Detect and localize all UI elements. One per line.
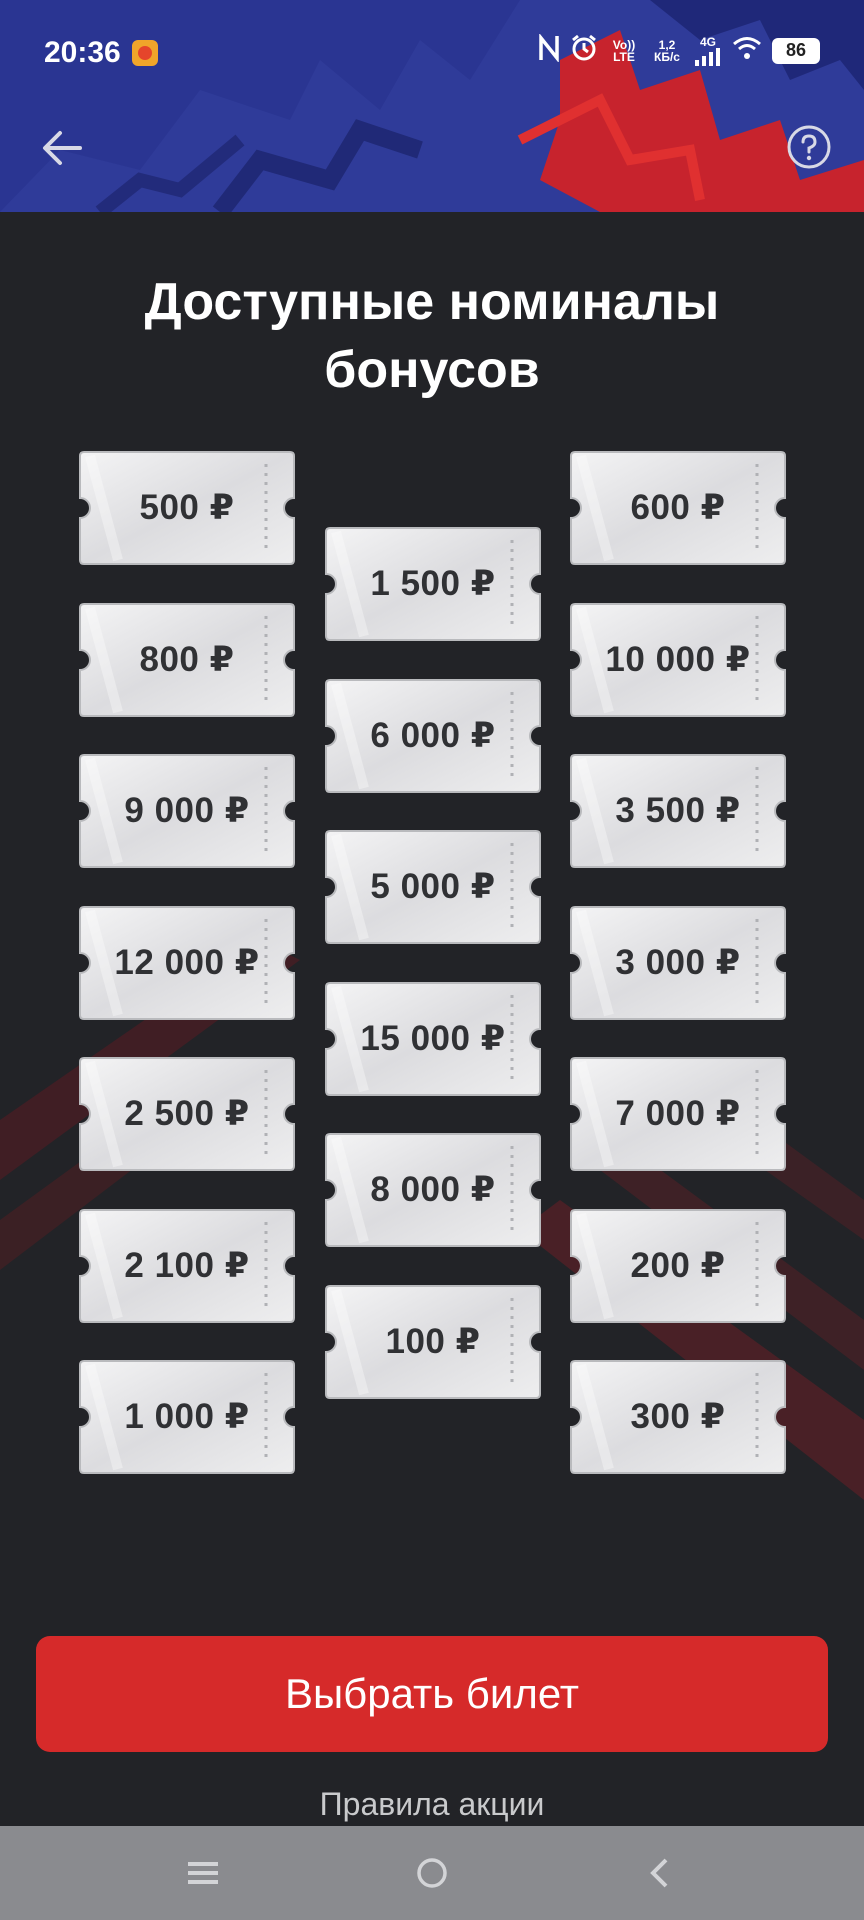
home-circle-icon[interactable] xyxy=(407,1848,457,1898)
ticket-amount: 1 000 ₽ xyxy=(124,1397,250,1436)
ticket-amount: 100 ₽ xyxy=(385,1322,481,1361)
wifi-icon xyxy=(732,35,762,66)
ticket-amount: 2 500 ₽ xyxy=(124,1094,250,1133)
volte-indicator: Vo)) LTE xyxy=(612,37,636,64)
ticket-amount: 9 000 ₽ xyxy=(124,791,250,830)
page-title: Доступные номиналы бонусов xyxy=(0,268,864,404)
ticket-amount: 1 500 ₽ xyxy=(370,564,496,603)
ticket-amount: 600 ₽ xyxy=(630,488,726,527)
ticket-amount: 3 000 ₽ xyxy=(615,943,741,982)
bonus-ticket[interactable]: 300 ₽ xyxy=(569,1359,787,1475)
bonus-ticket[interactable]: 3 000 ₽ xyxy=(569,905,787,1021)
title-line-2: бонусов xyxy=(324,341,540,399)
bonus-ticket[interactable]: 15 000 ₽ xyxy=(324,981,542,1097)
choose-ticket-button[interactable]: Выбрать билет xyxy=(36,1636,828,1752)
header-banner: 20:36 Vo)) LTE 1,2 КБ/с 4G 86 xyxy=(0,0,864,212)
bonus-ticket[interactable]: 12 000 ₽ xyxy=(78,905,296,1021)
title-line-1: Доступные номиналы xyxy=(144,273,720,331)
ticket-amount: 800 ₽ xyxy=(139,640,235,679)
bonus-ticket[interactable]: 7 000 ₽ xyxy=(569,1056,787,1172)
status-bar: 20:36 Vo)) LTE 1,2 КБ/с 4G 86 xyxy=(0,0,864,110)
back-chevron-icon[interactable] xyxy=(636,1848,686,1898)
bonus-ticket[interactable]: 1 000 ₽ xyxy=(78,1359,296,1475)
bonus-ticket[interactable]: 5 000 ₽ xyxy=(324,829,542,945)
bonus-ticket[interactable]: 1 500 ₽ xyxy=(324,526,542,642)
ticket-amount: 2 100 ₽ xyxy=(124,1246,250,1285)
network-speed: 1,2 КБ/с xyxy=(654,37,680,64)
ticket-amount: 6 000 ₽ xyxy=(370,716,496,755)
bonus-ticket[interactable]: 8 000 ₽ xyxy=(324,1132,542,1248)
question-circle-icon[interactable] xyxy=(786,124,832,170)
signal-icon: 4G xyxy=(694,36,722,66)
bonus-ticket[interactable]: 800 ₽ xyxy=(78,602,296,718)
nfc-icon xyxy=(538,33,560,67)
menu-icon[interactable] xyxy=(178,1848,228,1898)
ticket-amount: 15 000 ₽ xyxy=(360,1019,506,1058)
bonus-ticket[interactable]: 9 000 ₽ xyxy=(78,753,296,869)
ticket-amount: 12 000 ₽ xyxy=(114,943,260,982)
ticket-amount: 5 000 ₽ xyxy=(370,867,496,906)
alarm-icon xyxy=(570,34,598,67)
notification-app-icon xyxy=(132,40,158,66)
rules-link[interactable]: Правила акции xyxy=(0,1786,864,1826)
arrow-left-icon[interactable] xyxy=(40,128,84,168)
ticket-amount: 500 ₽ xyxy=(139,488,235,527)
bonus-ticket[interactable]: 100 ₽ xyxy=(324,1284,542,1400)
network-type: 4G xyxy=(699,34,716,49)
bonus-ticket[interactable]: 2 500 ₽ xyxy=(78,1056,296,1172)
bonus-ticket[interactable]: 6 000 ₽ xyxy=(324,678,542,794)
bonus-ticket[interactable]: 200 ₽ xyxy=(569,1208,787,1324)
bonus-ticket[interactable]: 500 ₽ xyxy=(78,450,296,566)
ticket-amount: 7 000 ₽ xyxy=(615,1094,741,1133)
system-nav-bar xyxy=(0,1826,864,1920)
ticket-amount: 10 000 ₽ xyxy=(605,640,751,679)
status-time: 20:36 xyxy=(44,36,121,69)
status-icons: Vo)) LTE 1,2 КБ/с 4G 86 xyxy=(538,33,820,67)
bonus-ticket[interactable]: 10 000 ₽ xyxy=(569,602,787,718)
battery-indicator: 86 xyxy=(772,37,820,64)
bonus-ticket[interactable]: 3 500 ₽ xyxy=(569,753,787,869)
ticket-amount: 200 ₽ xyxy=(630,1246,726,1285)
bonus-ticket[interactable]: 2 100 ₽ xyxy=(78,1208,296,1324)
bonus-ticket[interactable]: 600 ₽ xyxy=(569,450,787,566)
ticket-amount: 8 000 ₽ xyxy=(370,1170,496,1209)
ticket-amount: 3 500 ₽ xyxy=(615,791,741,830)
ticket-amount: 300 ₽ xyxy=(630,1397,726,1436)
